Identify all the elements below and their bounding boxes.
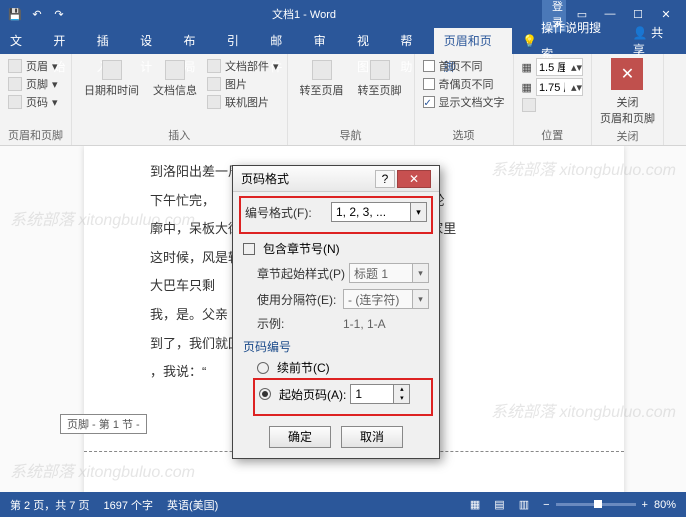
- diff-first-check[interactable]: 首页不同: [423, 58, 505, 74]
- close-icon[interactable]: ✕: [654, 8, 678, 21]
- zoom-in-icon[interactable]: +: [642, 499, 648, 511]
- close-hf-button[interactable]: ✕: [611, 58, 643, 90]
- tab-file[interactable]: 文件: [0, 28, 43, 54]
- status-lang[interactable]: 英语(美国): [167, 497, 218, 513]
- tab-design[interactable]: 设计: [130, 28, 173, 54]
- footer-section-tag: 页脚 - 第 1 节 -: [60, 414, 147, 434]
- window-title: 文档1 - Word: [66, 6, 542, 22]
- maximize-icon[interactable]: ☐: [626, 8, 650, 21]
- redo-icon[interactable]: ↷: [52, 7, 66, 21]
- separator-label: 使用分隔符(E):: [257, 291, 339, 308]
- pagenum-button[interactable]: 页码 ▾: [8, 94, 63, 110]
- number-format-combo[interactable]: 1, 2, 3, ...▾: [331, 202, 427, 222]
- example-label: 示例:: [257, 315, 339, 332]
- undo-icon[interactable]: ↶: [30, 7, 44, 21]
- tell-me[interactable]: 💡 操作说明搜索: [512, 28, 621, 54]
- page-number-format-dialog: 页码格式 ? ✕ 编号格式(F): 1, 2, 3, ...▾ 包含章节号(N)…: [232, 165, 440, 459]
- dialog-close-icon[interactable]: ✕: [397, 170, 431, 188]
- dialog-title: 页码格式: [241, 170, 375, 187]
- footer-button[interactable]: 页脚 ▾: [8, 76, 63, 92]
- group-options: 选项: [423, 125, 505, 143]
- tab-help[interactable]: 帮助: [390, 28, 433, 54]
- continue-prev-radio[interactable]: [257, 362, 269, 374]
- onlinepic-button[interactable]: 联机图片: [207, 94, 279, 110]
- group-close: 关闭: [600, 126, 655, 144]
- chapter-style-combo: 标题 1▾: [349, 263, 429, 283]
- pictures-button[interactable]: 图片: [207, 76, 279, 92]
- continue-prev-label: 续前节(C): [277, 359, 330, 376]
- show-doc-check[interactable]: 显示文档文字: [423, 94, 505, 110]
- insert-align-tab[interactable]: [522, 98, 583, 112]
- view-web-icon[interactable]: ▥: [519, 498, 529, 511]
- close-hf-label: 关闭页眉和页脚: [600, 94, 655, 126]
- start-at-label: 起始页码(A):: [279, 386, 346, 403]
- group-insert: 插入: [80, 125, 279, 143]
- footer-bottom-spin[interactable]: ▦ ▴▾: [522, 78, 583, 96]
- start-at-spin[interactable]: ▴▾: [350, 384, 410, 404]
- tab-view[interactable]: 视图: [347, 28, 390, 54]
- docinfo-button[interactable]: 文档信息: [149, 58, 201, 110]
- tab-review[interactable]: 审阅: [304, 28, 347, 54]
- view-readmode-icon[interactable]: ▦: [470, 498, 480, 511]
- zoom-out-icon[interactable]: −: [543, 499, 549, 511]
- tab-header-footer[interactable]: 页眉和页脚: [434, 28, 512, 54]
- quickparts-button[interactable]: 文档部件 ▾: [207, 58, 279, 74]
- share-button[interactable]: 👤 共享: [621, 24, 686, 58]
- zoom-slider[interactable]: [556, 503, 636, 506]
- tab-home[interactable]: 开始: [43, 28, 86, 54]
- datetime-button[interactable]: 日期和时间: [80, 58, 143, 110]
- tab-insert[interactable]: 插入: [87, 28, 130, 54]
- view-print-icon[interactable]: ▤: [494, 498, 504, 511]
- goto-header-button[interactable]: 转至页眉: [296, 58, 348, 100]
- dialog-help-icon[interactable]: ?: [375, 170, 395, 188]
- chapter-style-label: 章节起始样式(P): [257, 265, 345, 282]
- separator-combo: - (连字符)▾: [343, 289, 429, 309]
- cancel-button[interactable]: 取消: [341, 426, 403, 448]
- start-at-radio[interactable]: [259, 388, 271, 400]
- tab-layout[interactable]: 布局: [174, 28, 217, 54]
- header-top-spin[interactable]: ▦ ▴▾: [522, 58, 583, 76]
- status-page[interactable]: 第 2 页，共 7 页: [10, 497, 89, 513]
- zoom-value[interactable]: 80%: [654, 499, 676, 511]
- tab-mailings[interactable]: 邮件: [260, 28, 303, 54]
- example-value: 1-1, 1-A: [343, 317, 386, 331]
- status-words[interactable]: 1697 个字: [103, 497, 153, 513]
- tab-references[interactable]: 引用: [217, 28, 260, 54]
- include-chapter-check[interactable]: [243, 243, 255, 255]
- group-position: 位置: [522, 125, 583, 143]
- group-headerfooter: 页眉和页脚: [8, 125, 63, 143]
- header-button[interactable]: 页眉 ▾: [8, 58, 63, 74]
- save-icon[interactable]: 💾: [8, 7, 22, 21]
- include-chapter-label: 包含章节号(N): [263, 240, 340, 257]
- number-format-label: 编号格式(F):: [245, 204, 327, 221]
- page-numbering-section: 页码编号: [243, 338, 429, 355]
- diff-oddeven-check[interactable]: 奇偶页不同: [423, 76, 505, 92]
- goto-footer-button[interactable]: 转至页脚: [354, 58, 406, 100]
- ok-button[interactable]: 确定: [269, 426, 331, 448]
- group-nav: 导航: [296, 125, 406, 143]
